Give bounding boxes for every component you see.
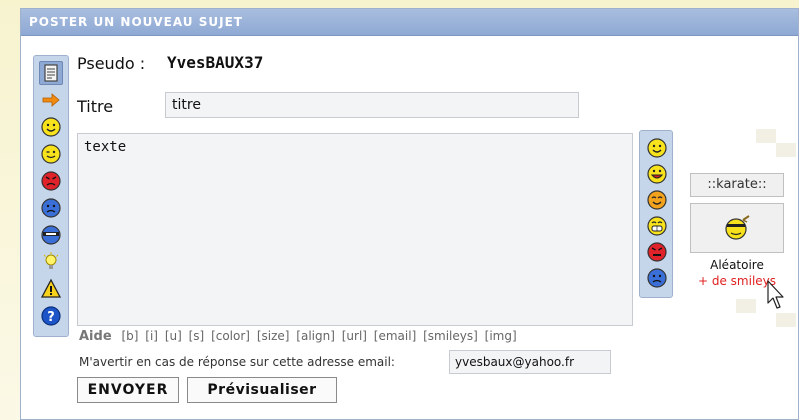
random-smiley-button[interactable] (690, 203, 784, 253)
mouse-cursor-icon (767, 280, 784, 309)
bbcode-smileys[interactable]: [smileys] (423, 329, 478, 343)
smile-icon[interactable] (39, 115, 63, 139)
lightbulb-icon[interactable] (39, 250, 63, 274)
happy-orange-icon[interactable] (645, 188, 669, 212)
question-icon[interactable]: ? (39, 304, 63, 328)
send-button[interactable]: ENVOYER (77, 377, 179, 403)
random-label: Aléatoire (710, 258, 764, 272)
karate-smiley-icon (725, 215, 750, 240)
bbcode-align[interactable]: [align] (296, 329, 335, 343)
angry-icon[interactable] (39, 169, 63, 193)
decor-tile (736, 299, 756, 313)
notify-email-input[interactable]: yvesbaux@yahoo.fr (449, 350, 611, 374)
left-toolbar: ? (33, 55, 69, 337)
bbcode-bold[interactable]: [b] (121, 329, 138, 343)
wink-icon[interactable] (39, 142, 63, 166)
new-topic-panel: POSTER UN NOUVEAU SUJET ? Pseudo: YvesB… (20, 8, 799, 420)
laugh-icon[interactable] (645, 214, 669, 238)
svg-text:?: ? (47, 310, 55, 325)
ninja-icon[interactable] (39, 223, 63, 247)
notify-email-label: M'avertir en cas de réponse sur cette ad… (79, 355, 395, 369)
bbcode-strike[interactable]: [s] (189, 329, 205, 343)
decor-tile (756, 129, 776, 143)
bbcode-help-bar: Aide [b] [i] [u] [s] [color] [size] [ali… (79, 329, 520, 344)
smiley-toolbar (639, 130, 673, 298)
message-textarea[interactable]: texte (77, 133, 633, 326)
random-smiley-code: ::karate:: (690, 173, 784, 197)
document-icon[interactable] (39, 61, 63, 85)
sad-icon[interactable] (39, 196, 63, 220)
preview-button[interactable]: Prévisualiser (187, 377, 337, 403)
panel-title: POSTER UN NOUVEAU SUJET (21, 9, 798, 36)
grin-icon[interactable] (645, 162, 669, 186)
pseudo-value: YvesBAUX37 (167, 53, 264, 72)
bbcode-underline[interactable]: [u] (165, 329, 182, 343)
sad-icon[interactable] (645, 266, 669, 290)
bbcode-email[interactable]: [email] (374, 329, 416, 343)
decor-tile (776, 143, 796, 157)
bbcode-size[interactable]: [size] (257, 329, 290, 343)
decor-tile (776, 313, 796, 327)
warning-icon[interactable] (39, 277, 63, 301)
mad-icon[interactable] (645, 240, 669, 264)
bbcode-color[interactable]: [color] (211, 329, 250, 343)
title-label: Titre (77, 97, 114, 116)
bbcode-italic[interactable]: [i] (145, 329, 158, 343)
help-label: Aide (79, 329, 112, 344)
bbcode-url[interactable]: [url] (342, 329, 367, 343)
smile-icon[interactable] (645, 136, 669, 160)
arrow-right-icon[interactable] (39, 88, 63, 112)
bbcode-img[interactable]: [img] (485, 329, 517, 343)
title-input[interactable]: titre (165, 92, 579, 118)
pseudo-label: Pseudo : (77, 54, 146, 73)
